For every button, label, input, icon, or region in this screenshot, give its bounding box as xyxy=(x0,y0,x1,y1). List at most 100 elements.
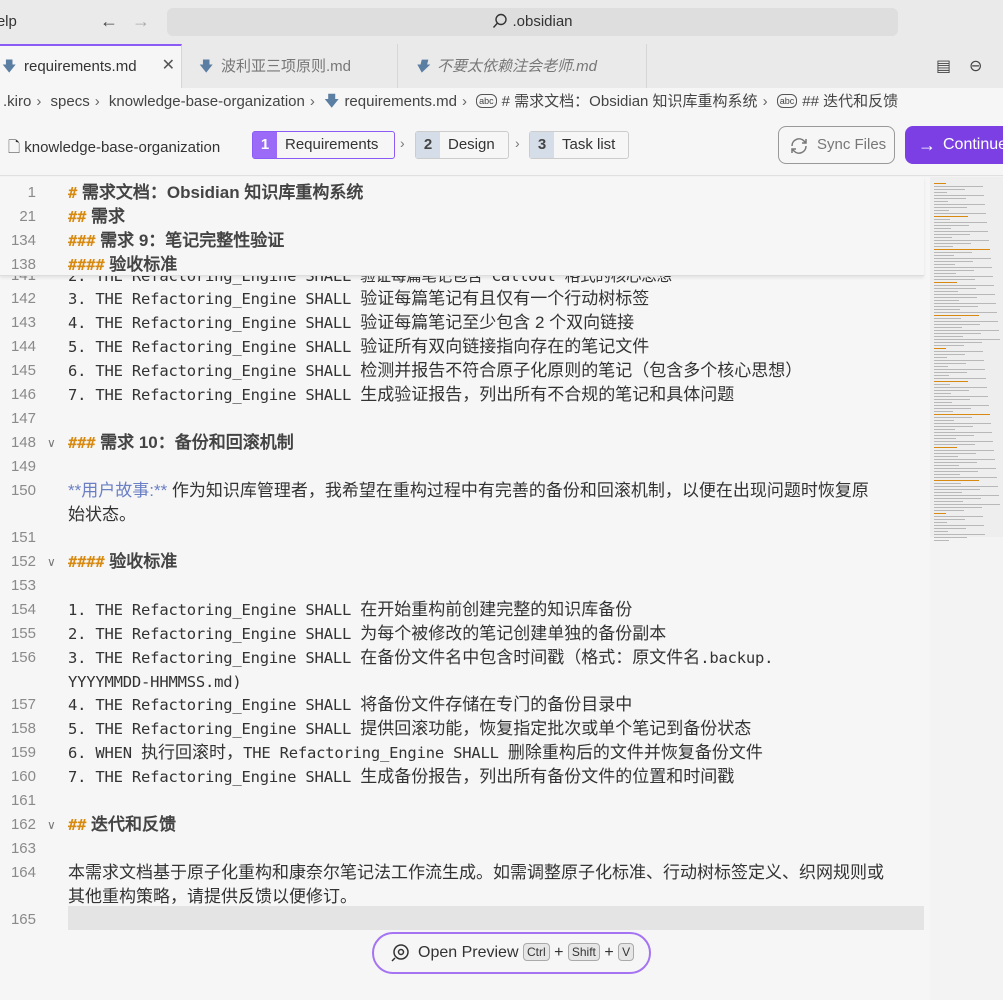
chinese-text: 将备份文件存储在专门的备份目录中 xyxy=(360,695,633,714)
chevron-right-icon: › xyxy=(461,93,467,110)
heading-text: ## 需求 xyxy=(68,205,125,229)
minimap-line xyxy=(934,240,989,241)
minimap-line xyxy=(934,309,960,310)
tab-cpa-teacher[interactable]: 🡇 不要太依赖注会老师.md xyxy=(398,44,647,88)
line-text: #### 验收标准 xyxy=(68,550,177,574)
step-requirements[interactable]: 1 Requirements xyxy=(252,131,395,159)
minimap-line xyxy=(934,459,995,460)
minimap-line xyxy=(934,375,949,376)
help-menu[interactable]: Help xyxy=(0,13,17,30)
tab-label: 不要太依赖注会老师.md xyxy=(437,58,598,75)
minimap-line xyxy=(934,420,954,421)
breadcrumb-item[interactable]: .kiro xyxy=(3,93,31,110)
minimap-line xyxy=(934,534,985,535)
chevron-right-icon: › xyxy=(36,93,42,110)
heading-text: #### 验收标准 xyxy=(68,253,177,277)
preview-icon xyxy=(391,944,409,962)
minimap-line xyxy=(934,504,1000,505)
toggle-panel-icon[interactable]: ⊖ xyxy=(969,56,982,76)
wrapped-text: 始状态。 xyxy=(68,505,136,524)
fold-chevron-icon[interactable]: ∨ xyxy=(47,550,56,574)
markdown-editor[interactable]: 1412. THE Refactoring_Engine SHALL 验证每篇笔… xyxy=(0,177,930,1000)
spec-document: 🗋 knowledge-base-organization xyxy=(8,137,220,162)
minimap-line xyxy=(934,498,981,499)
line-number: 165 xyxy=(10,911,36,928)
minimap-line xyxy=(934,315,979,316)
minimap-line xyxy=(934,213,986,214)
code-prefix: 6. WHEN xyxy=(68,744,142,762)
minimap-line xyxy=(934,345,964,346)
minimap-line xyxy=(934,357,947,358)
line-number: 160 xyxy=(10,768,36,785)
sync-files-button[interactable]: Sync Files xyxy=(778,126,895,164)
line-text: 3. THE Refactoring_Engine SHALL 在备份文件名中包… xyxy=(68,646,773,670)
sticky-header-line[interactable]: 1 # 需求文档：Obsidian 知识库重构系统 xyxy=(0,181,930,205)
minimap-line xyxy=(934,195,984,196)
minimap-line xyxy=(934,426,973,427)
minimap-line xyxy=(934,378,986,379)
minimap-line xyxy=(934,528,966,529)
line-number: 145 xyxy=(10,362,36,379)
breadcrumb-item[interactable]: specs xyxy=(51,93,90,110)
editor-line: 153 xyxy=(0,574,930,598)
line-text: 5. THE Refactoring_Engine SHALL 验证所有双向链接… xyxy=(68,335,649,359)
line-text: 5. THE Refactoring_Engine SHALL 提供回滚功能，恢… xyxy=(68,717,751,741)
minimap-line xyxy=(934,216,968,217)
forward-arrow-icon[interactable]: → xyxy=(130,10,152,32)
line-text: **用户故事:** 作为知识库管理者，我希望在重构过程中有完善的备份和回滚机制，… xyxy=(68,479,869,503)
minimap-line xyxy=(934,516,983,517)
editor-line: 164 本需求文档基于原子化重构和康奈尔笔记法工作流生成。如需调整原子化标准、行动… xyxy=(0,861,930,908)
minimap-line xyxy=(934,372,967,373)
minimap-line xyxy=(934,537,967,538)
minimap-line xyxy=(934,270,974,271)
code-prefix: 5. THE Refactoring_Engine SHALL xyxy=(68,338,361,356)
arrow-right-icon: → xyxy=(918,135,936,155)
minimap-line xyxy=(934,333,981,334)
sticky-header-line[interactable]: 138 #### 验收标准 xyxy=(0,253,930,277)
minimap-line xyxy=(934,381,968,382)
minimap-line xyxy=(934,465,959,466)
step-task-list[interactable]: 3 Task list xyxy=(529,131,629,159)
minimap-line xyxy=(934,258,991,259)
line-text: 7. THE Refactoring_Engine SHALL 生成备份报告，列… xyxy=(68,765,734,789)
open-preview-button[interactable]: Open Preview Ctrl + Shift + V xyxy=(372,932,651,974)
minimap-line xyxy=(934,276,993,277)
minimap-line xyxy=(934,519,965,520)
code-prefix: 4. THE Refactoring_Engine SHALL xyxy=(68,696,361,714)
minimap-line xyxy=(934,228,951,229)
minimap-line xyxy=(934,438,956,439)
breadcrumb-item[interactable]: knowledge-base-organization xyxy=(109,93,305,110)
back-arrow-icon[interactable]: ← xyxy=(98,10,120,32)
chinese-text: 生成验证报告，列出所有不合规的笔记和具体问题 xyxy=(360,385,735,404)
line-number: 1 xyxy=(27,184,36,201)
minimap-line xyxy=(934,225,969,226)
step-design[interactable]: 2 Design xyxy=(415,131,509,159)
editor-line: 142 3. THE Refactoring_Engine SHALL 验证每篇笔… xyxy=(0,287,930,311)
minimap-line xyxy=(934,366,948,367)
breadcrumb-item[interactable]: requirements.md xyxy=(344,93,457,110)
minimap-line xyxy=(934,444,975,445)
more-icon[interactable]: ⋮ xyxy=(996,56,1003,76)
download-file-icon: 🡇 xyxy=(2,58,17,74)
minimap-line xyxy=(934,246,953,247)
line-text: ## 迭代和反馈 xyxy=(68,813,176,837)
layout-icon[interactable]: ▤ xyxy=(936,56,951,76)
command-search-box[interactable]: .obsidian xyxy=(167,8,898,36)
minimap-line xyxy=(934,450,994,451)
fold-chevron-icon[interactable]: ∨ xyxy=(47,813,56,837)
minimap-line xyxy=(934,369,985,370)
sticky-header-line[interactable]: 134 ### 需求 9：笔记完整性验证 xyxy=(0,229,930,253)
minimap-line xyxy=(934,477,997,478)
breadcrumb: .kiro › specs › knowledge-base-organizatio… xyxy=(0,88,1003,118)
tab-polya[interactable]: 🡇 波利亚三项原则.md xyxy=(182,44,398,88)
sticky-header-line[interactable]: 21 ## 需求 xyxy=(0,205,930,229)
close-icon[interactable]: ✕ xyxy=(162,46,175,86)
breadcrumb-item[interactable]: # 需求文档：Obsidian 知识库重构系统 xyxy=(502,93,758,110)
breadcrumb-item[interactable]: ## 迭代和反馈 xyxy=(802,93,898,110)
spec-doc-name: knowledge-base-organization xyxy=(24,139,221,156)
tab-requirements[interactable]: 🡇 requirements.md ✕ xyxy=(0,44,182,88)
heading-mark: #### xyxy=(68,553,105,571)
minimap[interactable] xyxy=(930,177,1003,541)
fold-chevron-icon[interactable]: ∨ xyxy=(47,431,56,455)
continue-button[interactable]: → Continue xyxy=(905,126,1003,164)
